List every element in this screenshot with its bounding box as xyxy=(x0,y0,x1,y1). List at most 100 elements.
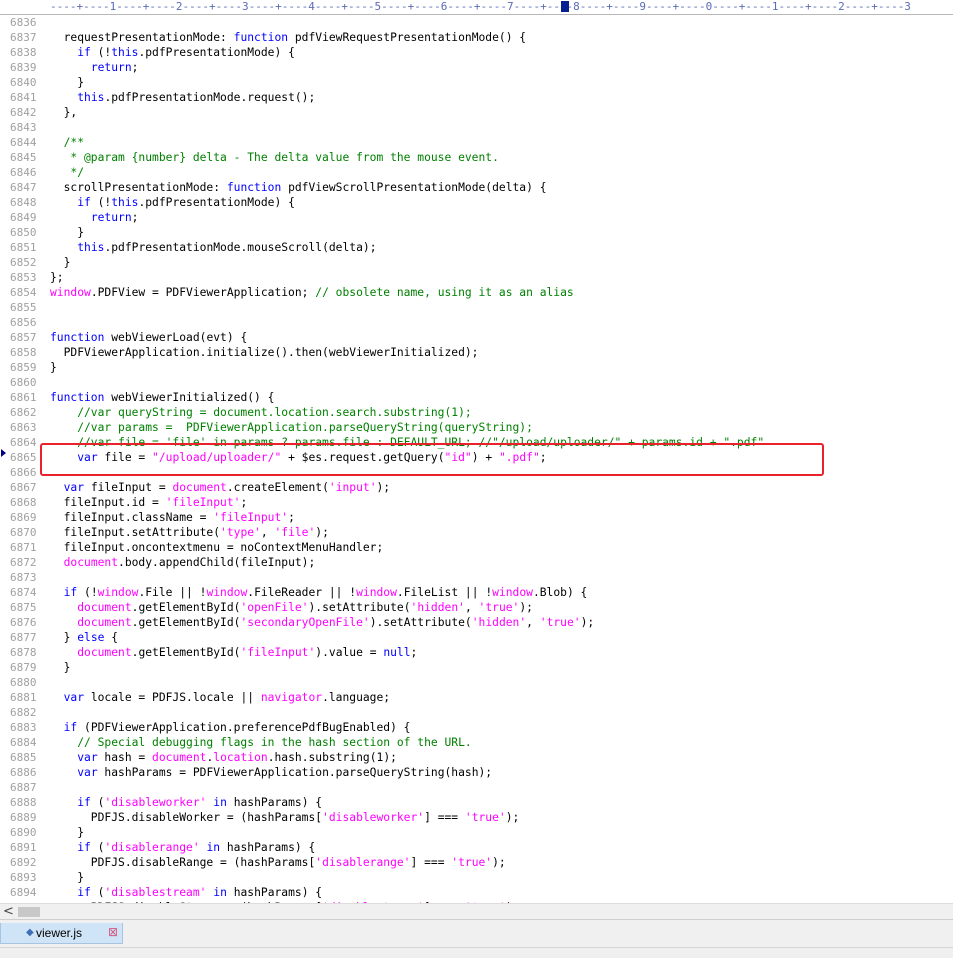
code-text[interactable]: * @param {number} delta - The delta valu… xyxy=(50,150,499,165)
code-line[interactable]: 6877 } else { xyxy=(0,630,953,645)
code-line[interactable]: 6858 PDFViewerApplication.initialize().t… xyxy=(0,345,953,360)
code-text[interactable]: fileInput.oncontextmenu = noContextMenuH… xyxy=(50,540,384,555)
code-text[interactable]: //var params = PDFViewerApplication.pars… xyxy=(50,420,533,435)
code-line[interactable]: 6876 document.getElementById('secondaryO… xyxy=(0,615,953,630)
code-text[interactable]: PDFJS.disableRange = (hashParams['disabl… xyxy=(50,855,506,870)
code-line[interactable]: 6844 /** xyxy=(0,135,953,150)
code-text[interactable]: */ xyxy=(50,165,84,180)
code-line[interactable]: 6855 xyxy=(0,300,953,315)
code-text[interactable]: var hash = document.location.hash.substr… xyxy=(50,750,397,765)
code-text[interactable]: if ('disableworker' in hashParams) { xyxy=(50,795,322,810)
code-text[interactable]: this.pdfPresentationMode.mouseScroll(del… xyxy=(50,240,376,255)
code-line[interactable]: 6861 function webViewerInitialized() { xyxy=(0,390,953,405)
code-editor[interactable]: 6836 6837 requestPresentationMode: functi… xyxy=(0,15,953,903)
scrollbar-thumb[interactable] xyxy=(18,907,40,917)
code-line[interactable]: 6892 PDFJS.disableRange = (hashParams['d… xyxy=(0,855,953,870)
code-text[interactable]: if (!this.pdfPresentationMode) { xyxy=(50,45,295,60)
code-text[interactable]: } xyxy=(50,360,57,375)
code-line[interactable]: 6843 xyxy=(0,120,953,135)
code-text[interactable]: if (!window.File || !window.FileReader |… xyxy=(50,585,588,600)
code-text[interactable]: fileInput.id = 'fileInput'; xyxy=(50,495,248,510)
code-line[interactable]: 6866 xyxy=(0,465,953,480)
code-text[interactable]: }; xyxy=(50,270,64,285)
code-text[interactable]: } xyxy=(50,870,84,885)
code-text[interactable]: if ('disablestream' in hashParams) { xyxy=(50,885,322,900)
code-text[interactable]: this.pdfPresentationMode.request(); xyxy=(50,90,315,105)
code-text[interactable]: PDFViewerApplication.initialize().then(w… xyxy=(50,345,479,360)
code-line[interactable]: 6845 * @param {number} delta - The delta… xyxy=(0,150,953,165)
code-text[interactable]: } xyxy=(50,660,71,675)
code-text[interactable]: if ('disablerange' in hashParams) { xyxy=(50,840,315,855)
code-line[interactable]: 6868 fileInput.id = 'fileInput'; xyxy=(0,495,953,510)
code-line[interactable]: 6836 xyxy=(0,15,953,30)
code-line[interactable]: 6848 if (!this.pdfPresentationMode) { xyxy=(0,195,953,210)
code-line[interactable]: 6880 xyxy=(0,675,953,690)
code-text[interactable]: if (!this.pdfPresentationMode) { xyxy=(50,195,295,210)
horizontal-scrollbar[interactable]: < xyxy=(0,903,953,920)
code-text[interactable]: }, xyxy=(50,105,78,120)
code-line[interactable]: 6857 function webViewerLoad(evt) { xyxy=(0,330,953,345)
code-line[interactable]: 6874 if (!window.File || !window.FileRea… xyxy=(0,585,953,600)
close-icon[interactable]: ⊠ xyxy=(108,925,118,939)
code-line[interactable]: 6875 document.getElementById('openFile')… xyxy=(0,600,953,615)
code-line[interactable]: 6889 PDFJS.disableWorker = (hashParams['… xyxy=(0,810,953,825)
code-line[interactable]: 6842 }, xyxy=(0,105,953,120)
code-line[interactable]: 6890 } xyxy=(0,825,953,840)
code-text[interactable]: document.body.appendChild(fileInput); xyxy=(50,555,316,570)
code-line[interactable]: 6883 if (PDFViewerApplication.preference… xyxy=(0,720,953,735)
code-line[interactable]: 6862 //var queryString = document.locati… xyxy=(0,405,953,420)
code-line[interactable]: 6854 window.PDFView = PDFViewerApplicatio… xyxy=(0,285,953,300)
code-text[interactable]: var file = "/upload/uploader/" + $es.req… xyxy=(50,450,546,465)
code-line[interactable]: 6871 fileInput.oncontextmenu = noContext… xyxy=(0,540,953,555)
code-line[interactable]: 6853}; xyxy=(0,270,953,285)
code-text[interactable]: document.getElementById('secondaryOpenFi… xyxy=(50,615,594,630)
code-line[interactable]: 6879 } xyxy=(0,660,953,675)
code-text[interactable]: var locale = PDFJS.locale || navigator.l… xyxy=(50,690,390,705)
code-text[interactable]: var hashParams = PDFViewerApplication.pa… xyxy=(50,765,492,780)
code-line[interactable]: 6873 xyxy=(0,570,953,585)
code-line[interactable]: 6872 document.body.appendChild(fileInput… xyxy=(0,555,953,570)
code-line[interactable]: 6891 if ('disablerange' in hashParams) { xyxy=(0,840,953,855)
code-line[interactable]: 6884 // Special debugging flags in the h… xyxy=(0,735,953,750)
code-text[interactable]: if (PDFViewerApplication.preferencePdfBu… xyxy=(50,720,411,735)
code-line[interactable]: 6870 fileInput.setAttribute('type', 'fil… xyxy=(0,525,953,540)
code-line[interactable]: 6860 xyxy=(0,375,953,390)
code-text[interactable]: } else { xyxy=(50,630,118,645)
code-line[interactable]: 6881 var locale = PDFJS.locale || naviga… xyxy=(0,690,953,705)
code-text[interactable]: } xyxy=(50,255,71,270)
code-text[interactable]: document.getElementById('openFile').setA… xyxy=(50,600,533,615)
code-text[interactable]: function webViewerLoad(evt) { xyxy=(50,330,247,345)
code-line[interactable]: 6840 } xyxy=(0,75,953,90)
code-line[interactable]: 6850 } xyxy=(0,225,953,240)
code-line[interactable]: 6846 */ xyxy=(0,165,953,180)
tab-viewer-js[interactable]: ◆ viewer.js ⊠ xyxy=(0,923,123,944)
scroll-left-icon[interactable]: < xyxy=(3,904,14,920)
code-text[interactable]: return; xyxy=(50,210,139,225)
code-line[interactable]: 6841 this.pdfPresentationMode.request(); xyxy=(0,90,953,105)
code-line[interactable]: 6869 fileInput.className = 'fileInput'; xyxy=(0,510,953,525)
code-line[interactable]: 6878 document.getElementById('fileInput'… xyxy=(0,645,953,660)
code-line[interactable]: 6885 var hash = document.location.hash.s… xyxy=(0,750,953,765)
code-text[interactable]: fileInput.className = 'fileInput'; xyxy=(50,510,295,525)
code-text[interactable]: } xyxy=(50,825,84,840)
code-line[interactable]: 6839 return; xyxy=(0,60,953,75)
code-line[interactable]: 6864 //var file = 'file' in params ? par… xyxy=(0,435,953,450)
code-line[interactable]: 6837 requestPresentationMode: function p… xyxy=(0,30,953,45)
code-text[interactable]: return; xyxy=(50,60,139,75)
code-line[interactable]: 6887 xyxy=(0,780,953,795)
code-line[interactable]: 6882 xyxy=(0,705,953,720)
code-line[interactable]: 6856 xyxy=(0,315,953,330)
code-line[interactable]: 6851 this.pdfPresentationMode.mouseScrol… xyxy=(0,240,953,255)
code-text[interactable]: document.getElementById('fileInput').val… xyxy=(50,645,417,660)
code-text[interactable]: /** xyxy=(50,135,84,150)
code-text[interactable]: //var file = 'file' in params ? params.f… xyxy=(50,435,764,450)
code-text[interactable]: var fileInput = document.createElement('… xyxy=(50,480,391,495)
code-text[interactable]: fileInput.setAttribute('type', 'file'); xyxy=(50,525,329,540)
code-text[interactable]: PDFJS.disableWorker = (hashParams['disab… xyxy=(50,810,520,825)
code-text[interactable]: window.PDFView = PDFViewerApplication; /… xyxy=(50,285,574,300)
code-text[interactable]: requestPresentationMode: function pdfVie… xyxy=(50,30,527,45)
code-text[interactable]: function webViewerInitialized() { xyxy=(50,390,274,405)
code-line[interactable]: 6849 return; xyxy=(0,210,953,225)
code-line[interactable]: 6893 } xyxy=(0,870,953,885)
code-text[interactable]: } xyxy=(50,75,84,90)
